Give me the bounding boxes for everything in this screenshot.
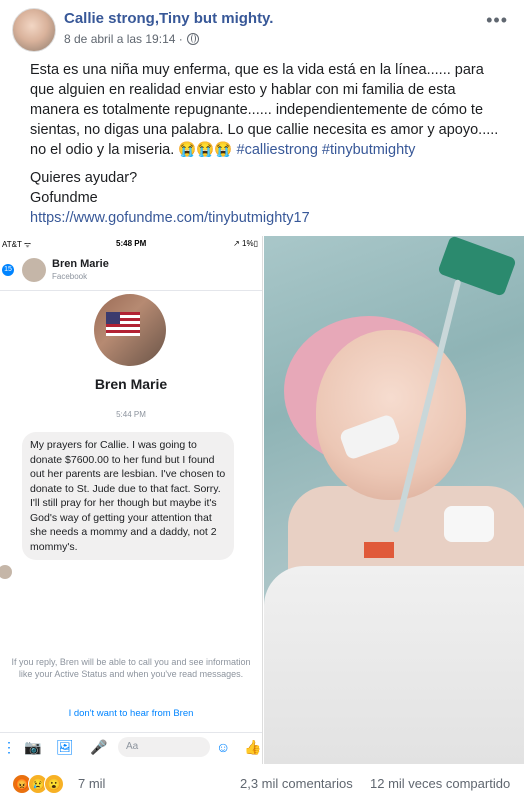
reactions[interactable]: 😡 😢 😮 (12, 774, 64, 794)
post-body: Esta es una niña muy enferma, que es la … (30, 60, 500, 228)
like-icon: 👍 (244, 739, 262, 755)
post-header: Callie strong,Tiny but mighty. 8 de abri… (12, 8, 512, 56)
emoji-icon: ☺ (216, 739, 231, 755)
shares-count[interactable]: 12 mil veces compartido (370, 776, 510, 791)
ignore-link: I don't want to hear from Bren (68, 708, 194, 719)
sender-avatar (0, 565, 12, 579)
post-timestamp[interactable]: 8 de abril a las 19:14 · (64, 32, 183, 46)
wow-reaction-icon: 😮 (44, 774, 64, 794)
more-options-icon[interactable]: ••• (486, 10, 508, 31)
comments-count[interactable]: 2,3 mil comentarios (240, 776, 353, 791)
post-meta: 8 de abril a las 19:14 · (64, 32, 199, 46)
status-time: 5:48 PM (116, 239, 147, 248)
message-bubble: My prayers for Callie. I was going to do… (22, 432, 234, 560)
chat-header: 15 Bren Marie Facebook (0, 252, 262, 291)
profile-picture (94, 294, 166, 366)
post-footer: 😡 😢 😮 7 mil 2,3 mil comentarios 12 mil v… (0, 768, 524, 800)
flag-image (106, 312, 140, 336)
photo-child-head (316, 330, 466, 500)
camera-icon: 📷 (24, 739, 42, 755)
gofundme-label: Gofundme (30, 190, 98, 206)
contact-name: Bren Marie (52, 258, 109, 270)
back-badge: 15 (2, 264, 14, 276)
battery-indicator: ↗ 1%▯ (233, 239, 258, 248)
photo-patch (444, 506, 494, 542)
hashtags-link[interactable]: #calliestrong #tinybutmighty (237, 142, 416, 158)
dots-icon: ⋮ (2, 739, 16, 755)
reply-notice: If you reply, Bren will be able to call … (11, 657, 251, 679)
globe-icon (186, 33, 199, 45)
photo-label (364, 542, 394, 558)
crying-emojis: 😭😭😭 (178, 142, 233, 158)
photo-blanket (264, 566, 524, 764)
composer-bar: ⋮ 📷 🖼 🎤 Aa ☺ 👍 (0, 732, 262, 761)
help-line: Quieres ayudar? (30, 170, 138, 186)
author-avatar[interactable] (12, 8, 56, 52)
carrier-text: AT&T ᯤ (2, 240, 32, 249)
mic-icon: 🎤 (90, 739, 108, 755)
photo-mask (437, 236, 517, 297)
contact-subtitle: Facebook (52, 272, 88, 281)
post-media[interactable]: AT&T ᯤ 5:48 PM ↗ 1%▯ 15 Bren Marie Faceb… (0, 236, 524, 764)
image-icon: 🖼 (56, 739, 74, 755)
author-name[interactable]: Callie strong,Tiny but mighty. (64, 10, 273, 27)
gofundme-link[interactable]: https://www.gofundme.com/tinybutmighty17 (30, 210, 310, 226)
reactions-count[interactable]: 7 mil (78, 776, 105, 791)
status-bar: AT&T ᯤ 5:48 PM ↗ 1%▯ (0, 236, 262, 252)
hospital-photo (264, 236, 524, 764)
composer-input: Aa (118, 737, 210, 757)
post-paragraph: Esta es una niña muy enferma, que es la … (30, 60, 500, 160)
message-time: 5:44 PM (116, 410, 146, 419)
profile-name: Bren Marie (94, 376, 168, 392)
help-paragraph: Quieres ayudar? Gofundme https://www.gof… (30, 168, 500, 228)
contact-avatar (22, 258, 46, 282)
messenger-screenshot: AT&T ᯤ 5:48 PM ↗ 1%▯ 15 Bren Marie Faceb… (0, 236, 263, 764)
